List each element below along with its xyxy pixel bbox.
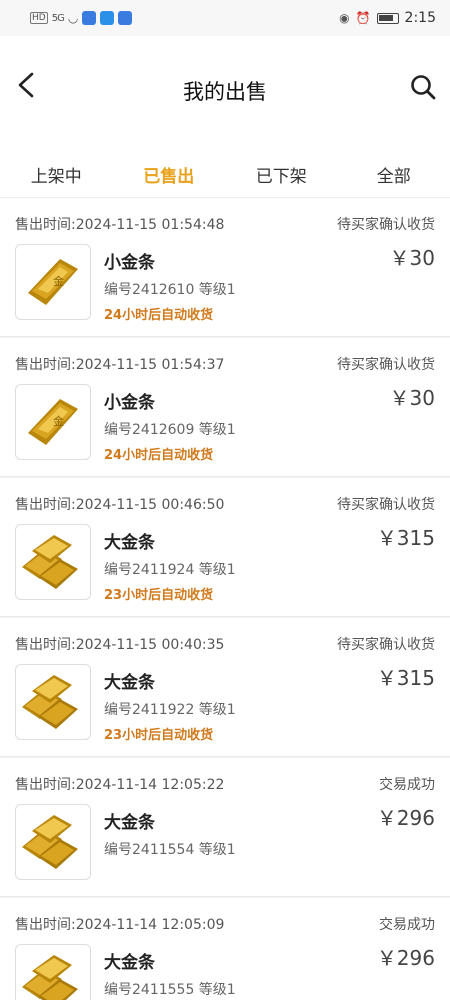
eye-icon: ◉ bbox=[339, 11, 350, 25]
status-bar: HD 5G ◡ ◉ ⏰ 2:15 bbox=[0, 0, 450, 36]
app-notification-icon bbox=[82, 11, 97, 25]
list-item[interactable]: 售出时间:2024-11-14 12:05:09 交易成功 大金条 编号2411… bbox=[0, 898, 450, 1000]
item-meta: 编号2411924 等级1 bbox=[104, 562, 236, 578]
list-item[interactable]: 售出时间:2024-11-15 01:54:48 待买家确认收货 金 小金条 编… bbox=[0, 198, 450, 337]
item-meta: 编号2411555 等级1 bbox=[104, 982, 236, 998]
list-item[interactable]: 售出时间:2024-11-15 00:46:50 待买家确认收货 大金条 编号2… bbox=[0, 478, 450, 617]
tab-bar: 上架中 已售出 已下架 全部 bbox=[0, 136, 450, 198]
order-status: 交易成功 bbox=[379, 917, 435, 933]
search-button[interactable] bbox=[410, 74, 436, 100]
order-status: 交易成功 bbox=[379, 777, 435, 793]
alarm-icon: ⏰ bbox=[355, 11, 371, 25]
svg-text:金: 金 bbox=[53, 414, 64, 428]
big-gold-bars-icon bbox=[15, 944, 91, 1000]
app-notification-icon bbox=[100, 11, 115, 25]
tab-delisted[interactable]: 已下架 bbox=[225, 136, 338, 187]
svg-text:金: 金 bbox=[53, 274, 64, 288]
app-header: 我的出售 bbox=[0, 36, 450, 136]
auto-receive-note: 23小时后自动收货 bbox=[104, 588, 214, 603]
big-gold-bars-icon bbox=[15, 524, 91, 600]
item-meta: 编号2411554 等级1 bbox=[104, 842, 236, 858]
list-item[interactable]: 售出时间:2024-11-14 12:05:22 交易成功 大金条 编号2411… bbox=[0, 758, 450, 897]
item-price: ￥315 bbox=[376, 666, 435, 690]
list-item[interactable]: 售出时间:2024-11-15 00:40:35 待买家确认收货 大金条 编号2… bbox=[0, 618, 450, 757]
signal-indicator: 5G bbox=[51, 12, 65, 24]
item-name: 小金条 bbox=[104, 253, 155, 273]
item-price: ￥296 bbox=[376, 946, 435, 970]
item-price: ￥30 bbox=[389, 386, 435, 410]
order-status: 待买家确认收货 bbox=[337, 357, 435, 373]
sold-time: 售出时间:2024-11-14 12:05:22 bbox=[15, 777, 225, 793]
sold-list: 售出时间:2024-11-15 01:54:48 待买家确认收货 金 小金条 编… bbox=[0, 198, 450, 1000]
tab-all[interactable]: 全部 bbox=[338, 136, 450, 187]
big-gold-bars-icon bbox=[15, 804, 91, 880]
order-status: 待买家确认收货 bbox=[337, 217, 435, 233]
sold-time: 售出时间:2024-11-15 00:46:50 bbox=[15, 497, 225, 513]
hd-indicator: HD bbox=[30, 12, 48, 24]
item-price: ￥296 bbox=[376, 806, 435, 830]
sold-time: 售出时间:2024-11-15 01:54:48 bbox=[15, 217, 225, 233]
auto-receive-note: 23小时后自动收货 bbox=[104, 728, 214, 743]
sold-time: 售出时间:2024-11-15 00:40:35 bbox=[15, 637, 225, 653]
tab-sold[interactable]: 已售出 bbox=[113, 136, 226, 187]
page-title: 我的出售 bbox=[183, 80, 267, 104]
app-notification-icon bbox=[118, 11, 133, 25]
item-name: 大金条 bbox=[104, 813, 155, 833]
order-status: 待买家确认收货 bbox=[337, 637, 435, 653]
item-price: ￥30 bbox=[389, 246, 435, 270]
battery-icon bbox=[376, 12, 399, 24]
item-name: 大金条 bbox=[104, 953, 155, 973]
list-item[interactable]: 售出时间:2024-11-15 01:54:37 待买家确认收货 金 小金条 编… bbox=[0, 338, 450, 477]
wifi-icon: ◡ bbox=[67, 11, 79, 25]
search-icon bbox=[411, 75, 436, 100]
clock: 2:15 bbox=[404, 10, 436, 26]
item-price: ￥315 bbox=[376, 526, 435, 550]
sold-time: 售出时间:2024-11-14 12:05:09 bbox=[15, 917, 225, 933]
item-name: 小金条 bbox=[104, 393, 155, 413]
tab-listed[interactable]: 上架中 bbox=[0, 136, 113, 187]
item-meta: 编号2412610 等级1 bbox=[104, 282, 236, 298]
sold-time: 售出时间:2024-11-15 01:54:37 bbox=[15, 357, 225, 373]
small-gold-bar-icon: 金 bbox=[15, 384, 91, 460]
item-meta: 编号2412609 等级1 bbox=[104, 422, 236, 438]
small-gold-bar-icon: 金 bbox=[15, 244, 91, 320]
auto-receive-note: 24小时后自动收货 bbox=[104, 308, 214, 323]
item-meta: 编号2411922 等级1 bbox=[104, 702, 236, 718]
auto-receive-note: 24小时后自动收货 bbox=[104, 448, 214, 463]
big-gold-bars-icon bbox=[15, 664, 91, 740]
order-status: 待买家确认收货 bbox=[337, 497, 435, 513]
item-name: 大金条 bbox=[104, 533, 155, 553]
item-name: 大金条 bbox=[104, 673, 155, 693]
